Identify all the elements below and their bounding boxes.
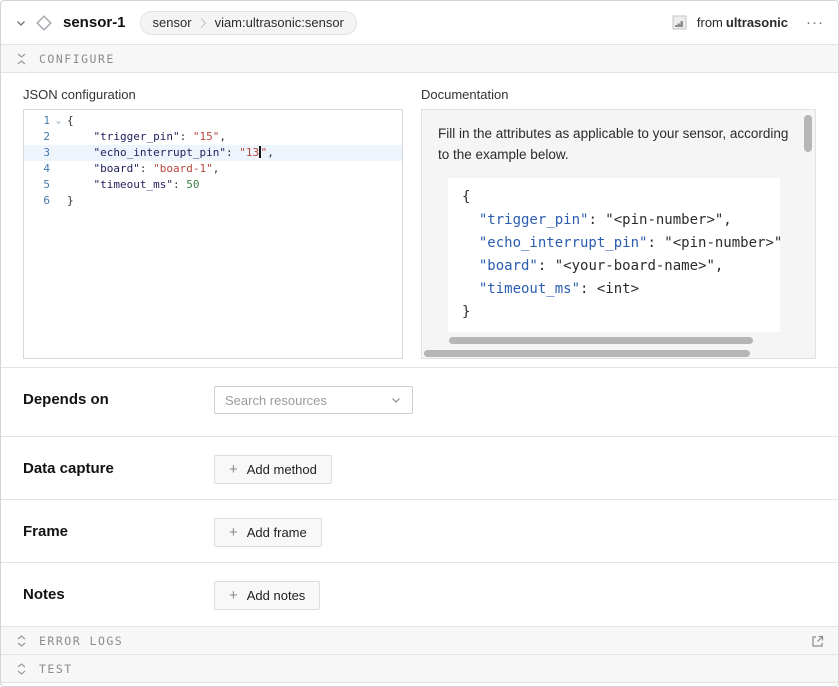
depends-on-row: Depends on Search resources — [1, 368, 838, 437]
data-capture-row: Data capture + Add method — [1, 437, 838, 500]
error-logs-section-title: ERROR LOGS — [39, 634, 123, 648]
notes-row: Notes + Add notes — [1, 563, 838, 627]
test-section-bar[interactable]: TEST — [1, 655, 838, 683]
fold-chevron-icon[interactable]: ⌄ — [50, 113, 67, 129]
line-number: 6 — [24, 193, 50, 209]
add-frame-button-label: Add frame — [247, 525, 307, 540]
line-number: 4 — [24, 161, 50, 177]
add-notes-button[interactable]: + Add notes — [214, 581, 320, 610]
chevron-down-icon — [390, 394, 402, 406]
add-method-button[interactable]: + Add method — [214, 455, 332, 484]
documentation-code-line: "board": "<your-board-name>", — [462, 255, 780, 278]
documentation-code-line: "echo_interrupt_pin": "<pin-number>", — [462, 232, 780, 255]
fold-gutter — [50, 177, 67, 193]
panel-horizontal-scrollbar[interactable] — [424, 350, 750, 357]
test-section-title: TEST — [39, 662, 73, 676]
add-method-button-label: Add method — [247, 462, 317, 477]
module-icon — [672, 15, 687, 30]
badge-separator-chevron-icon — [200, 16, 207, 30]
editor-line-code: "trigger_pin": "15", — [67, 129, 226, 145]
expand-section-icon — [15, 662, 28, 676]
documentation-code-line: "trigger_pin": "<pin-number>", — [462, 209, 780, 232]
line-number: 5 — [24, 177, 50, 193]
plus-icon: + — [229, 462, 238, 477]
line-number: 1 — [24, 113, 50, 129]
editor-line-code: "echo_interrupt_pin": "13", — [67, 145, 274, 161]
component-card: sensor-1 sensor viam:ultrasonic:sensor f… — [0, 0, 839, 687]
documentation-code-line: } — [462, 301, 780, 324]
component-header-right: fromultrasonic ··· — [672, 14, 824, 31]
editor-line-code: } — [67, 193, 74, 209]
documentation-intro: Fill in the attributes as applicable to … — [438, 123, 790, 165]
documentation-code: { "trigger_pin": "<pin-number>", "echo_i… — [462, 186, 780, 324]
depends-on-placeholder: Search resources — [225, 393, 327, 408]
documentation-code-block: { "trigger_pin": "<pin-number>", "echo_i… — [448, 178, 780, 332]
editor-line[interactable]: 5 "timeout_ms": 50 — [24, 177, 402, 193]
documentation-vertical-scrollbar[interactable] — [804, 115, 812, 152]
component-type-badge: sensor viam:ultrasonic:sensor — [140, 11, 357, 35]
plus-icon: + — [229, 525, 238, 540]
editor-line[interactable]: 1⌄{ — [24, 113, 402, 129]
editor-line[interactable]: 3 "echo_interrupt_pin": "13", — [24, 145, 402, 161]
data-capture-label: Data capture — [23, 455, 214, 477]
documentation-panel[interactable]: Fill in the attributes as applicable to … — [421, 109, 816, 359]
line-number: 2 — [24, 129, 50, 145]
line-number: 3 — [24, 145, 50, 161]
frame-row: Frame + Add frame — [1, 500, 838, 563]
add-frame-button[interactable]: + Add frame — [214, 518, 322, 547]
editor-line-code: { — [67, 113, 74, 129]
documentation-label: Documentation — [421, 87, 816, 102]
open-in-new-icon[interactable] — [810, 634, 824, 648]
plus-icon: + — [229, 588, 238, 603]
component-model-label: viam:ultrasonic:sensor — [215, 15, 344, 30]
documentation-column: Documentation Fill in the attributes as … — [421, 83, 816, 367]
fold-gutter — [50, 129, 67, 145]
fold-gutter — [50, 193, 67, 209]
fold-gutter — [50, 145, 67, 161]
json-editor[interactable]: 1⌄{2 "trigger_pin": "15",3 "echo_interru… — [23, 109, 403, 359]
configure-section-bar[interactable]: CONFIGURE — [1, 45, 838, 73]
editor-line[interactable]: 2 "trigger_pin": "15", — [24, 129, 402, 145]
add-notes-button-label: Add notes — [247, 588, 306, 603]
json-editor-lines: 1⌄{2 "trigger_pin": "15",3 "echo_interru… — [24, 113, 402, 209]
json-config-label: JSON configuration — [23, 87, 403, 102]
sensor-diamond-icon — [35, 14, 53, 32]
notes-label: Notes — [23, 581, 214, 603]
depends-on-label: Depends on — [23, 386, 214, 408]
configure-body: JSON configuration 1⌄{2 "trigger_pin": "… — [1, 73, 838, 368]
documentation-code-line: { — [462, 186, 780, 209]
component-name: sensor-1 — [63, 14, 126, 31]
depends-on-select[interactable]: Search resources — [214, 386, 413, 414]
collapse-card-chevron-icon[interactable] — [15, 17, 27, 29]
component-type-label: sensor — [153, 15, 192, 30]
expand-section-icon — [15, 634, 28, 648]
component-header: sensor-1 sensor viam:ultrasonic:sensor f… — [1, 1, 838, 45]
error-logs-section-bar[interactable]: ERROR LOGS — [1, 627, 838, 655]
card-menu-button[interactable]: ··· — [806, 14, 824, 31]
editor-line-code: "board": "board-1", — [67, 161, 219, 177]
code-horizontal-scrollbar[interactable] — [449, 337, 753, 344]
frame-label: Frame — [23, 518, 214, 540]
configure-section-title: CONFIGURE — [39, 52, 115, 66]
documentation-code-line: "timeout_ms": <int> — [462, 278, 780, 301]
collapse-section-icon — [15, 52, 28, 66]
module-name: ultrasonic — [726, 15, 788, 30]
editor-line[interactable]: 6} — [24, 193, 402, 209]
fold-gutter — [50, 161, 67, 177]
editor-line-code: "timeout_ms": 50 — [67, 177, 199, 193]
json-config-column: JSON configuration 1⌄{2 "trigger_pin": "… — [23, 83, 403, 367]
from-module-text: fromultrasonic — [697, 15, 788, 30]
editor-line[interactable]: 4 "board": "board-1", — [24, 161, 402, 177]
component-header-left: sensor-1 sensor viam:ultrasonic:sensor — [15, 11, 357, 35]
